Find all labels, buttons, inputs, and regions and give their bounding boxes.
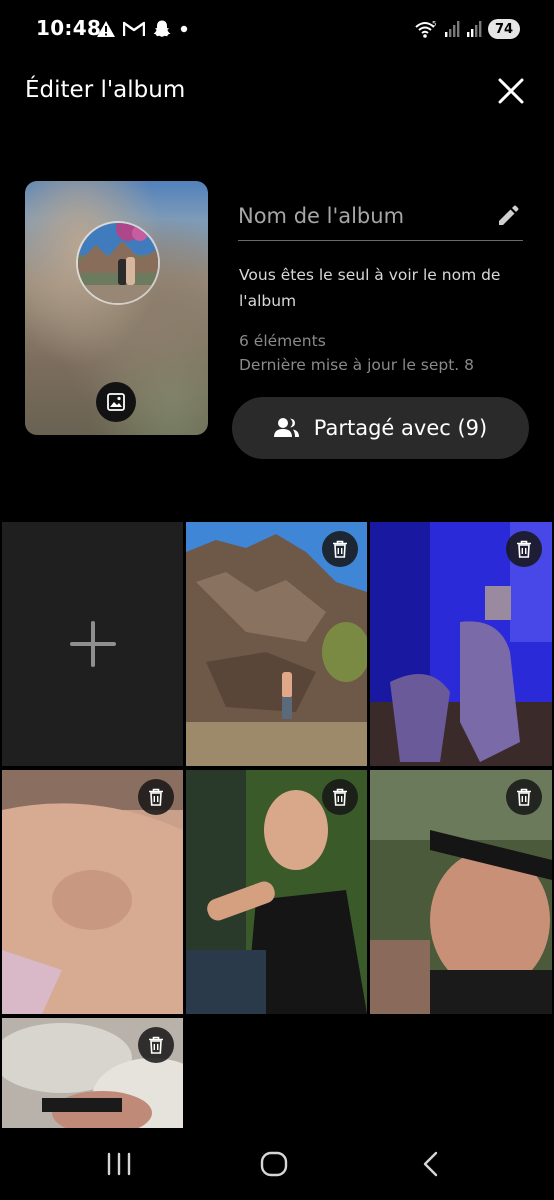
svg-text:5: 5 (432, 20, 436, 28)
back-icon (423, 1151, 438, 1177)
gmail-icon (123, 21, 145, 36)
status-bar: 10:48 5 74 (0, 0, 554, 58)
close-button[interactable] (493, 73, 529, 109)
close-icon (498, 78, 524, 104)
photo-tile[interactable] (370, 522, 552, 766)
delete-photo-button[interactable] (506, 779, 542, 815)
item-count: 6 éléments (239, 332, 326, 350)
back-button[interactable] (400, 1144, 460, 1184)
add-photo-button[interactable] (2, 522, 183, 766)
warning-icon (97, 21, 115, 37)
trash-icon (517, 540, 531, 558)
wifi-icon: 5 (415, 20, 436, 38)
recents-icon (107, 1152, 131, 1176)
image-icon (107, 393, 125, 411)
notification-icons (96, 18, 189, 40)
snapchat-icon (153, 20, 171, 37)
album-cover[interactable] (25, 181, 208, 435)
shared-with-label: Partagé avec (9) (313, 416, 488, 440)
signal-icon (445, 21, 460, 37)
system-icons: 5 74 (414, 17, 520, 41)
last-updated: Dernière mise à jour le sept. 8 (239, 356, 475, 374)
trash-icon (149, 788, 163, 806)
trash-icon (333, 788, 347, 806)
album-name-field[interactable] (238, 196, 523, 241)
edit-icon[interactable] (495, 203, 521, 229)
photo-tile[interactable] (186, 770, 367, 1014)
trash-icon (333, 540, 347, 558)
shared-with-button[interactable]: Partagé avec (9) (232, 397, 529, 459)
home-icon (260, 1151, 288, 1177)
delete-photo-button[interactable] (138, 1027, 174, 1063)
delete-photo-button[interactable] (138, 779, 174, 815)
trash-icon (149, 1036, 163, 1054)
photo-tile[interactable] (186, 522, 367, 766)
people-icon (273, 418, 299, 437)
page-title: Éditer l'album (25, 77, 186, 103)
recents-button[interactable] (89, 1144, 149, 1184)
photo-tile[interactable] (2, 1018, 183, 1128)
privacy-note: Vous êtes le seul à voir le nom de l'alb… (239, 266, 501, 310)
status-time: 10:48 (36, 16, 102, 40)
change-cover-button[interactable] (96, 382, 136, 422)
album-name-input[interactable] (238, 196, 478, 236)
trash-icon (517, 788, 531, 806)
system-nav-bar (0, 1128, 554, 1200)
home-button[interactable] (244, 1144, 304, 1184)
delete-photo-button[interactable] (322, 531, 358, 567)
photo-tile[interactable] (370, 770, 552, 1014)
dot-icon (180, 25, 188, 33)
cover-thumbnail (76, 221, 160, 305)
delete-photo-button[interactable] (506, 531, 542, 567)
signal-icon (467, 21, 482, 37)
delete-photo-button[interactable] (322, 779, 358, 815)
cover-photo (78, 223, 158, 303)
photo-tile[interactable] (2, 770, 183, 1014)
battery-icon: 74 (488, 19, 520, 39)
plus-icon (69, 621, 116, 667)
